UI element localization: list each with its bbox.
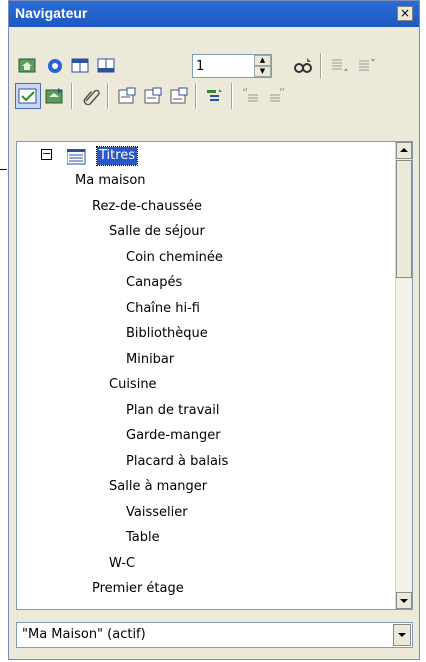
start-point-button[interactable] bbox=[42, 53, 68, 79]
tree-item[interactable]: Minibar bbox=[126, 349, 174, 371]
tree-item[interactable]: Bibliothèque bbox=[126, 323, 208, 345]
edit-link-icon bbox=[83, 89, 100, 105]
footer-button[interactable] bbox=[94, 53, 120, 79]
edit-link-button[interactable] bbox=[78, 83, 104, 109]
set-reminder-button[interactable] bbox=[42, 83, 68, 109]
navigation-toggle-button[interactable] bbox=[15, 53, 41, 79]
scroll-down-button[interactable] bbox=[396, 592, 412, 609]
navigator-tree[interactable]: − Titres Ma maison Rez-de-chaussée Salle d… bbox=[16, 141, 413, 610]
vertical-scrollbar[interactable] bbox=[395, 142, 412, 609]
tree-item[interactable]: Premier étage bbox=[92, 578, 184, 600]
tree-item[interactable]: Coin cheminée bbox=[126, 247, 223, 269]
page-number-input[interactable] bbox=[196, 57, 246, 75]
anchor-note-icon bbox=[118, 87, 136, 104]
page-number-stepper[interactable]: ▲ ▼ bbox=[192, 54, 272, 78]
toolbar-separator bbox=[107, 83, 109, 109]
tree-item[interactable]: Placard à balais bbox=[126, 451, 228, 473]
close-button[interactable]: × bbox=[397, 6, 413, 21]
drag-mode-icon bbox=[294, 58, 312, 73]
svg-text:”: ” bbox=[279, 87, 285, 100]
tree-item[interactable]: Chaîne hi-fi bbox=[126, 298, 200, 320]
promote-level-button[interactable] bbox=[327, 53, 353, 79]
collapse-toggle[interactable]: − bbox=[41, 148, 52, 160]
content-view-button[interactable] bbox=[15, 83, 41, 109]
heading-levels-icon bbox=[207, 89, 222, 101]
heading-levels-button[interactable] bbox=[202, 83, 228, 109]
chevron-down-icon bbox=[398, 633, 406, 637]
document-select[interactable]: "Ma Maison" (actif) bbox=[16, 622, 413, 648]
demote-level-button[interactable] bbox=[354, 53, 380, 79]
next-object-button[interactable] bbox=[166, 83, 192, 109]
dropdown-button[interactable] bbox=[393, 624, 411, 646]
svg-text:“: “ bbox=[242, 87, 248, 100]
arrow-up-icon bbox=[400, 148, 408, 152]
toolbar-separator bbox=[231, 83, 233, 109]
arrow-down-icon bbox=[400, 599, 408, 603]
anchor-note-button[interactable] bbox=[114, 83, 140, 109]
previous-object-button[interactable] bbox=[140, 83, 166, 109]
spin-up-button[interactable]: ▲ bbox=[254, 55, 271, 66]
window-title: Navigateur bbox=[15, 5, 88, 21]
spin-down-button[interactable]: ▼ bbox=[254, 66, 271, 77]
tree-item[interactable]: Canapés bbox=[126, 272, 182, 294]
tree-item[interactable]: Ma maison bbox=[75, 170, 146, 192]
content-view-icon bbox=[18, 88, 37, 104]
tree-item[interactable]: W-C bbox=[109, 553, 135, 575]
connector-line bbox=[0, 169, 7, 170]
document-select-value: "Ma Maison" (actif) bbox=[22, 627, 146, 642]
tree-item[interactable]: Rez-de-chaussée bbox=[92, 196, 202, 218]
promote-chapter-button[interactable]: “ bbox=[238, 83, 264, 109]
headings-list-icon bbox=[67, 149, 86, 165]
set-reminder-icon bbox=[45, 88, 63, 104]
demote-chapter-icon: ” bbox=[270, 87, 285, 102]
scroll-up-button[interactable] bbox=[396, 142, 412, 159]
tree-item[interactable]: Vaisselier bbox=[126, 502, 188, 524]
tree-item[interactable]: Plan de travail bbox=[126, 400, 219, 422]
navigator-window: Navigateur × ▲ ▼ bbox=[8, 0, 420, 660]
toolbar-separator bbox=[195, 83, 197, 109]
tree-item[interactable]: Salle de séjour bbox=[109, 221, 205, 243]
tree-root-row[interactable]: − Titres bbox=[17, 142, 395, 170]
next-object-icon bbox=[170, 87, 188, 104]
tree-root-label[interactable]: Titres bbox=[95, 146, 139, 166]
tree-item[interactable]: Cuisine bbox=[109, 374, 157, 396]
header-icon bbox=[71, 58, 89, 73]
promote-level-icon bbox=[332, 59, 348, 71]
footer-icon bbox=[97, 58, 115, 73]
demote-chapter-button[interactable]: ” bbox=[265, 83, 291, 109]
navigation-toggle-icon bbox=[18, 58, 36, 73]
demote-level-icon bbox=[359, 59, 375, 71]
header-button[interactable] bbox=[68, 53, 94, 79]
tree-item[interactable]: Table bbox=[126, 527, 160, 549]
start-point-icon bbox=[48, 59, 62, 73]
tree-item[interactable]: Garde-manger bbox=[126, 425, 221, 447]
promote-chapter-icon: “ bbox=[242, 87, 258, 102]
drag-mode-button[interactable] bbox=[291, 53, 317, 79]
tree-item[interactable]: Salle à manger bbox=[109, 476, 207, 498]
title-bar[interactable]: Navigateur × bbox=[9, 1, 419, 27]
toolbar-separator bbox=[320, 53, 322, 79]
toolbar-separator bbox=[71, 83, 73, 109]
scroll-thumb[interactable] bbox=[396, 160, 412, 278]
previous-object-icon bbox=[144, 87, 162, 104]
